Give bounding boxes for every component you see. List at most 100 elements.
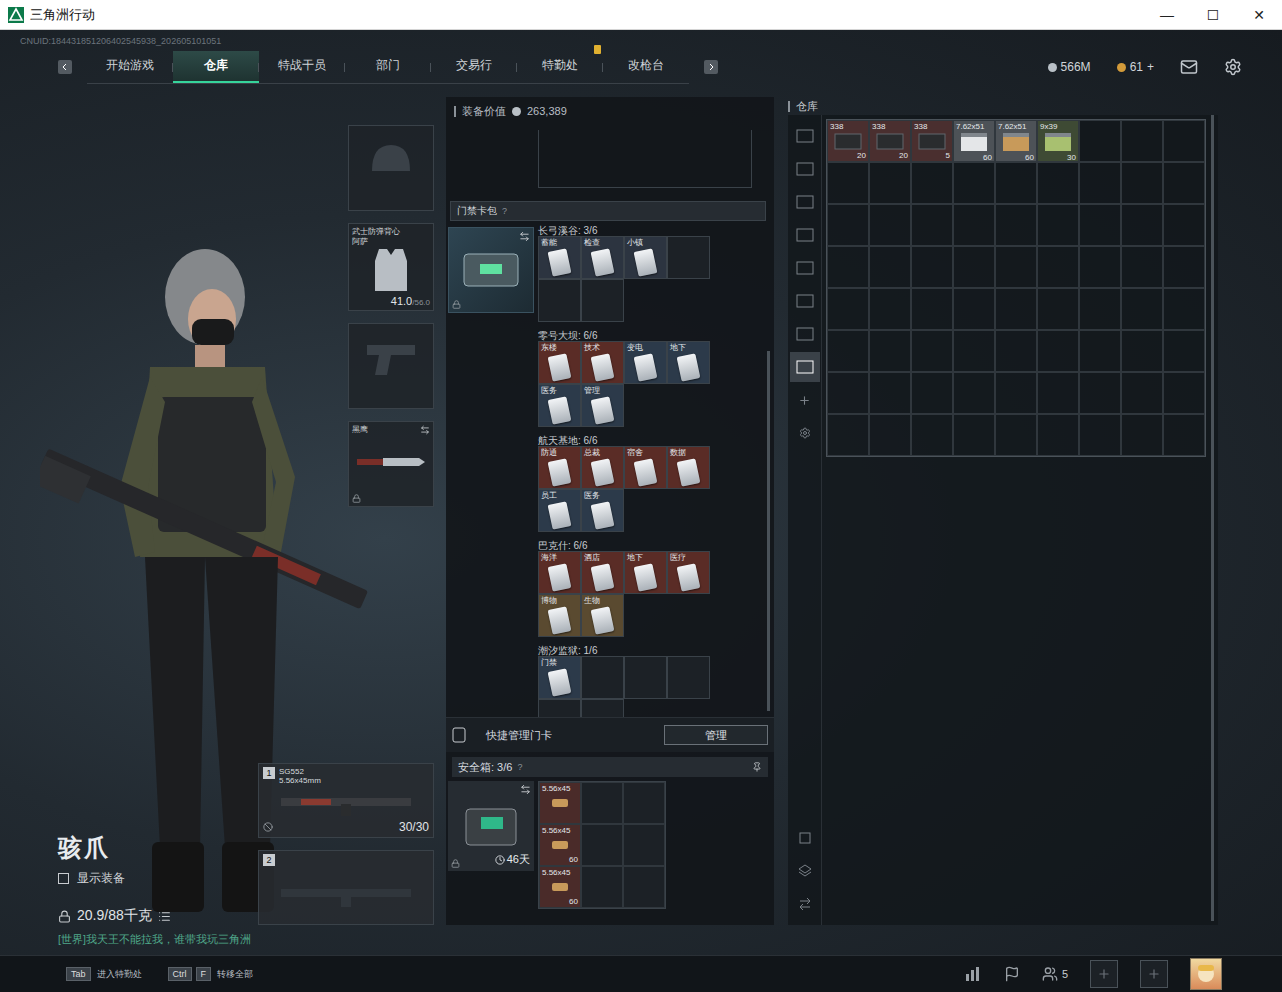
stash-item[interactable]: 7.62x5160 [953, 120, 995, 162]
list-icon[interactable] [158, 910, 171, 923]
gear-slot[interactable]: 黑鹰 [348, 421, 434, 507]
stash-item[interactable]: 33820 [827, 120, 869, 162]
keycard-group: 长弓溪谷: 3/6蓄能检查小镇 [538, 225, 710, 322]
stash-tab-icon [796, 162, 814, 176]
keycard[interactable]: 生物 [581, 594, 624, 637]
stash-tab[interactable] [790, 154, 820, 184]
mail-icon[interactable] [1180, 58, 1198, 76]
safe-item[interactable]: 5.56x4560 [539, 824, 581, 866]
scrollbar[interactable] [767, 351, 770, 711]
tab-icon-shape [797, 229, 813, 241]
keycard[interactable]: 宿舍 [624, 446, 667, 489]
nav-tab[interactable]: 改枪台 [603, 51, 689, 83]
lock-icon [452, 300, 461, 309]
help-button[interactable]: ? [502, 206, 507, 216]
next-tab-key-icon[interactable] [704, 60, 718, 74]
stash-item[interactable]: 33820 [869, 120, 911, 162]
gear-slot[interactable] [348, 323, 434, 409]
keycard[interactable]: 总裁 [581, 446, 624, 489]
keycard[interactable]: 员工 [538, 489, 581, 532]
stash-tab[interactable] [790, 220, 820, 250]
keycard[interactable]: 检查 [581, 236, 624, 279]
window-control[interactable]: ✕ [1236, 0, 1282, 29]
safe-item[interactable]: 5.56x4560 [539, 866, 581, 908]
keycard[interactable]: 地下 [624, 551, 667, 594]
show-gear-toggle[interactable]: 显示装备 [58, 870, 250, 887]
keycard[interactable]: 医务 [581, 489, 624, 532]
keycard-title: 门禁卡包 [457, 204, 497, 218]
help-button[interactable]: ? [517, 762, 522, 772]
nav-tab[interactable]: 特勤处 [517, 51, 603, 83]
avatar-icon [1194, 962, 1218, 986]
keycard[interactable]: 酒店 [581, 551, 624, 594]
scrollbar[interactable] [1211, 115, 1214, 921]
stash-tab[interactable] [790, 352, 820, 382]
keycard[interactable]: 防通 [538, 446, 581, 489]
keycard-bag[interactable] [448, 227, 534, 313]
keycard[interactable]: 医务 [538, 384, 581, 427]
weapon-slot[interactable]: 1SG5525.56x45mm30/30 [258, 763, 434, 838]
keycard[interactable]: 博物 [538, 594, 581, 637]
gear-icon[interactable] [1224, 58, 1242, 76]
stash-item[interactable]: 7.62x5160 [995, 120, 1037, 162]
keycard[interactable]: 东楼 [538, 341, 581, 384]
keycard[interactable]: 蓄能 [538, 236, 581, 279]
pin-icon[interactable] [752, 762, 762, 772]
player-avatar[interactable] [1190, 958, 1222, 990]
nav-tab[interactable]: 特战干员 [259, 51, 345, 83]
keycard[interactable]: 医疗 [667, 551, 710, 594]
keycard[interactable]: 地下 [667, 341, 710, 384]
weapon-slot[interactable]: 2 [258, 850, 434, 925]
keycard[interactable]: 管理 [581, 384, 624, 427]
nav-tab[interactable]: 交易行 [431, 51, 517, 83]
friends-icon [1042, 966, 1058, 982]
invite-slot[interactable] [1140, 960, 1168, 988]
swap-button[interactable] [520, 784, 531, 795]
safe-item[interactable]: 5.56x45 [539, 782, 581, 824]
safe-box[interactable]: 46天 [448, 781, 534, 871]
stash-item[interactable]: 9x3930 [1037, 120, 1079, 162]
window-control[interactable]: ☐ [1190, 0, 1236, 29]
sort-button[interactable] [790, 823, 820, 853]
stash-tab[interactable] [790, 187, 820, 217]
stash-tab[interactable] [790, 121, 820, 151]
gear-slot[interactable]: 武士防弹背心阿萨41.0/56.0 [348, 223, 434, 311]
keycard[interactable]: 数据 [667, 446, 710, 489]
window-control[interactable]: — [1144, 0, 1190, 29]
nav-tab[interactable]: 开始游戏 [87, 51, 173, 83]
invite-slot[interactable] [1090, 960, 1118, 988]
empty-cell [623, 782, 665, 824]
friends-button[interactable]: 5 [1042, 966, 1068, 982]
swap-button[interactable] [519, 231, 530, 242]
keycard[interactable]: 海洋 [538, 551, 581, 594]
transfer-button[interactable] [790, 889, 820, 919]
empty-cell [1121, 120, 1163, 162]
stash-tab[interactable] [790, 253, 820, 283]
nav-tab[interactable]: 部门 [345, 51, 431, 83]
flag-icon[interactable] [1004, 966, 1020, 982]
stash-tab[interactable] [790, 319, 820, 349]
key-hint[interactable]: Tab进入特勤处 [66, 967, 142, 981]
stash-tab-icon [796, 327, 814, 341]
keycard[interactable]: 变电 [624, 341, 667, 384]
gear-slot[interactable] [348, 125, 434, 211]
keycard[interactable]: 小镇 [624, 236, 667, 279]
stash-item[interactable]: 3385 [911, 120, 953, 162]
stats-icon[interactable] [964, 966, 982, 982]
manage-button[interactable]: 管理 [664, 725, 768, 745]
add-currency-button[interactable]: + [1147, 60, 1154, 74]
layers-button[interactable] [790, 856, 820, 886]
swap-button[interactable] [420, 425, 430, 435]
checkbox[interactable] [58, 873, 69, 884]
stash-settings-button[interactable] [790, 418, 820, 448]
keycard[interactable]: 门禁 [538, 656, 581, 699]
add-stash-button[interactable] [790, 385, 820, 415]
slot-art [352, 327, 430, 391]
prev-tab-key-icon[interactable] [58, 60, 72, 74]
nav-row: 开始游戏仓库特战干员部门交易行特勤处改枪台566M61+ [0, 50, 1282, 84]
stash-tab[interactable] [790, 286, 820, 316]
key-hint[interactable]: CtrlF转移全部 [168, 967, 254, 981]
keycard[interactable]: 技术 [581, 341, 624, 384]
transfer-icon [798, 897, 812, 911]
nav-tab[interactable]: 仓库 [173, 51, 259, 83]
